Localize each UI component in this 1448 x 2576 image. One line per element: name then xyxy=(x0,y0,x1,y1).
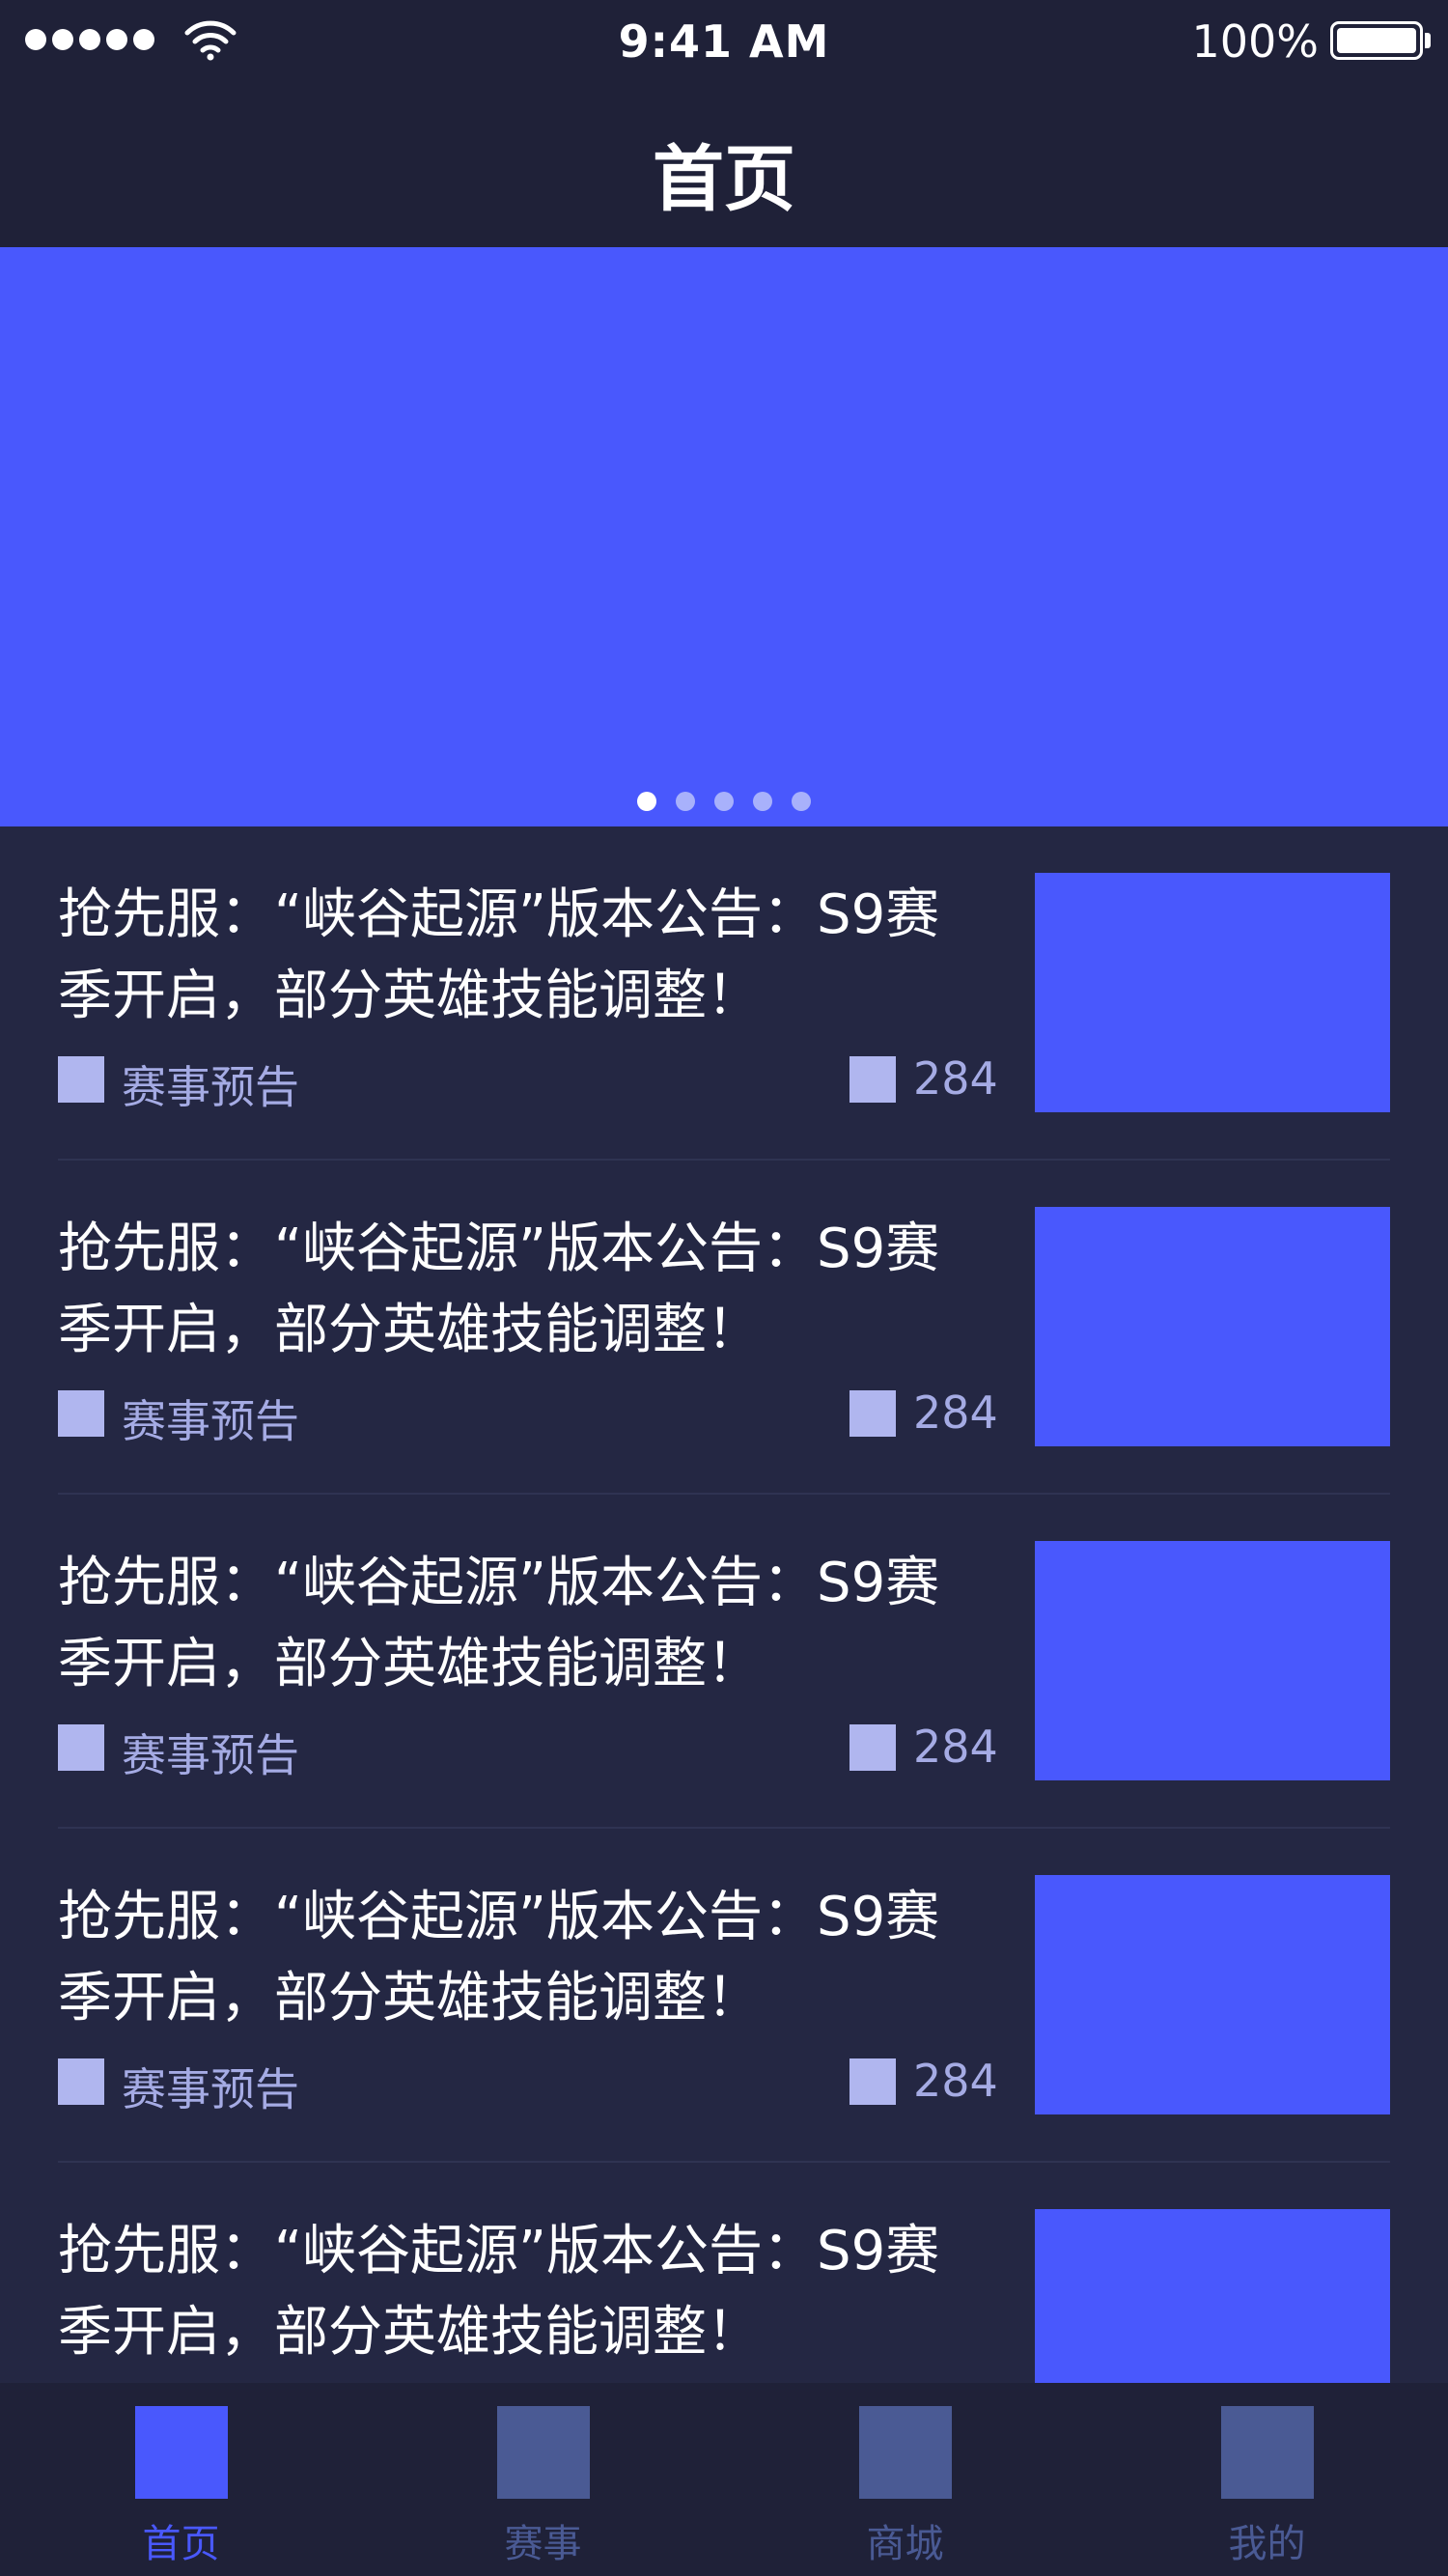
view-count: 284 xyxy=(913,2055,998,2107)
view-count: 284 xyxy=(913,1721,998,1773)
category-icon xyxy=(58,1724,104,1771)
news-category: 赛事预告 xyxy=(122,1061,299,1113)
banner-carousel[interactable] xyxy=(0,247,1448,826)
news-category: 赛事预告 xyxy=(122,1729,299,1781)
news-thumbnail xyxy=(1035,873,1390,1112)
tab-profile[interactable]: 我的 xyxy=(1086,2383,1448,2576)
category-icon xyxy=(58,2058,104,2105)
news-item[interactable]: 抢先服：“峡谷起源”版本公告：S9赛季开启，部分英雄技能调整！ 赛事预告 284 xyxy=(58,1495,1390,1829)
page-dot-2[interactable] xyxy=(676,792,695,811)
page-dot-5[interactable] xyxy=(792,792,811,811)
news-thumbnail xyxy=(1035,1207,1390,1446)
view-count: 284 xyxy=(913,1052,998,1105)
view-count-icon xyxy=(849,1724,896,1771)
battery-percentage: 100% xyxy=(1191,15,1319,68)
news-thumbnail xyxy=(1035,1541,1390,1780)
tab-label: 赛事 xyxy=(504,2522,582,2566)
category-icon xyxy=(58,1056,104,1103)
tab-home[interactable]: 首页 xyxy=(0,2383,362,2576)
news-title: 抢先服：“峡谷起源”版本公告：S9赛季开启，部分英雄技能调整！ xyxy=(58,1552,940,1695)
news-title: 抢先服：“峡谷起源”版本公告：S9赛季开启，部分英雄技能调整！ xyxy=(58,2220,940,2364)
matches-icon xyxy=(496,2406,590,2499)
tab-label: 我的 xyxy=(1228,2522,1306,2566)
news-thumbnail xyxy=(1035,1875,1390,2114)
tab-label: 商城 xyxy=(866,2522,944,2566)
view-count: 284 xyxy=(913,1386,998,1439)
banner-page-indicator[interactable] xyxy=(0,792,1448,811)
page-dot-1[interactable] xyxy=(637,792,656,811)
view-count-icon xyxy=(849,1390,896,1437)
tab-store[interactable]: 商城 xyxy=(724,2383,1086,2576)
profile-icon xyxy=(1220,2406,1314,2499)
category-icon xyxy=(58,1390,104,1437)
news-item[interactable]: 抢先服：“峡谷起源”版本公告：S9赛季开启，部分英雄技能调整！赛事预告284 xyxy=(58,2163,1390,2383)
view-count-icon xyxy=(849,1056,896,1103)
status-bar: 9:41 AM 100% xyxy=(0,0,1448,85)
news-title: 抢先服：“峡谷起源”版本公告：S9赛季开启，部分英雄技能调整！ xyxy=(58,1218,940,1361)
news-title: 抢先服：“峡谷起源”版本公告：S9赛季开启，部分英雄技能调整！ xyxy=(58,883,940,1027)
battery-icon xyxy=(1330,21,1423,60)
news-item[interactable]: 抢先服：“峡谷起源”版本公告：S9赛季开启，部分英雄技能调整！ 赛事预告 284 xyxy=(58,1161,1390,1495)
battery-cap xyxy=(1425,33,1431,48)
news-title: 抢先服：“峡谷起源”版本公告：S9赛季开启，部分英雄技能调整！ xyxy=(58,1886,940,2030)
tab-matches[interactable]: 赛事 xyxy=(362,2383,724,2576)
news-category: 赛事预告 xyxy=(122,2063,299,2115)
navigation-bar: 首页 xyxy=(0,85,1448,247)
store-icon xyxy=(858,2406,952,2499)
home-icon xyxy=(134,2406,228,2499)
page-dot-4[interactable] xyxy=(753,792,772,811)
tab-label: 首页 xyxy=(142,2522,220,2566)
page-title: 首页 xyxy=(653,138,795,221)
tab-bar: 首页 赛事 商城 我的 xyxy=(0,2383,1448,2576)
news-category: 赛事预告 xyxy=(122,1395,299,1447)
news-feed[interactable]: 抢先服：“峡谷起源”版本公告：S9赛季开启，部分英雄技能调整！ 赛事预告 284 抢先… xyxy=(0,826,1448,2383)
view-count-icon xyxy=(849,2058,896,2105)
page-dot-3[interactable] xyxy=(714,792,734,811)
news-thumbnail xyxy=(1035,2209,1390,2383)
news-item[interactable]: 抢先服：“峡谷起源”版本公告：S9赛季开启，部分英雄技能调整！ 赛事预告 284 xyxy=(58,826,1390,1161)
news-item[interactable]: 抢先服：“峡谷起源”版本公告：S9赛季开启，部分英雄技能调整！ 赛事预告 284 xyxy=(58,1829,1390,2163)
